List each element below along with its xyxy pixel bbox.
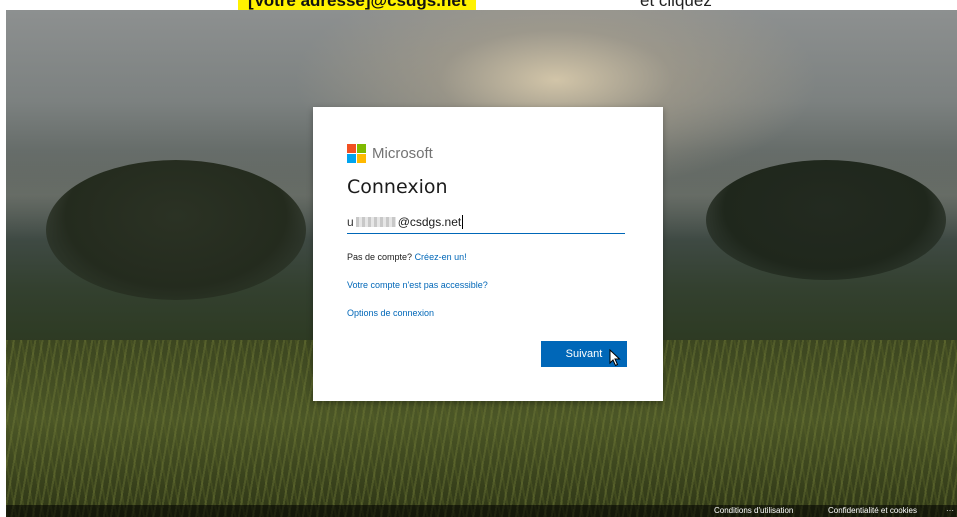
hill-left — [46, 160, 306, 300]
brand-name: Microsoft — [372, 145, 433, 162]
next-button[interactable]: Suivant — [541, 341, 627, 367]
logo-square-green — [357, 144, 366, 153]
brand: Microsoft — [347, 144, 433, 163]
page-title: Connexion — [347, 176, 448, 198]
text-caret — [462, 215, 464, 229]
privacy-link[interactable]: Confidentialité et cookies — [828, 505, 917, 517]
create-account-link[interactable]: Créez-en un! — [415, 252, 467, 262]
logo-square-blue — [347, 154, 356, 163]
caption-rest: et cliquez — [640, 0, 712, 10]
hill-right — [706, 160, 946, 280]
redacted-email-part — [355, 217, 396, 227]
terms-link[interactable]: Conditions d'utilisation — [714, 505, 793, 517]
mouse-pointer-icon — [609, 349, 621, 367]
microsoft-logo-icon — [347, 144, 366, 163]
email-field[interactable]: u @csdgs.net — [347, 211, 625, 234]
footer-bar: Conditions d'utilisation Confidentialité… — [6, 505, 957, 517]
signin-card: Microsoft Connexion u @csdgs.net Pas de … — [313, 107, 663, 401]
next-button-label: Suivant — [565, 348, 603, 360]
signin-options-link[interactable]: Options de connexion — [347, 308, 434, 318]
more-options-button[interactable]: ··· — [946, 505, 954, 517]
email-prefix: u — [347, 215, 354, 229]
logo-square-red — [347, 144, 356, 153]
no-account-row: Pas de compte? Créez-en un! — [347, 252, 467, 262]
signin-options-row: Options de connexion — [347, 308, 434, 318]
logo-square-yellow — [357, 154, 366, 163]
page: [Votre adresse]@csdgs.net et cliquez Mic… — [0, 0, 957, 517]
cant-access-link[interactable]: Votre compte n'est pas accessible? — [347, 280, 488, 290]
instruction-caption: [Votre adresse]@csdgs.net et cliquez — [0, 0, 957, 10]
cant-access-row: Votre compte n'est pas accessible? — [347, 280, 488, 290]
no-account-text: Pas de compte? — [347, 252, 413, 262]
caption-highlight: [Votre adresse]@csdgs.net — [238, 0, 477, 10]
email-suffix: @csdgs.net — [397, 215, 462, 229]
